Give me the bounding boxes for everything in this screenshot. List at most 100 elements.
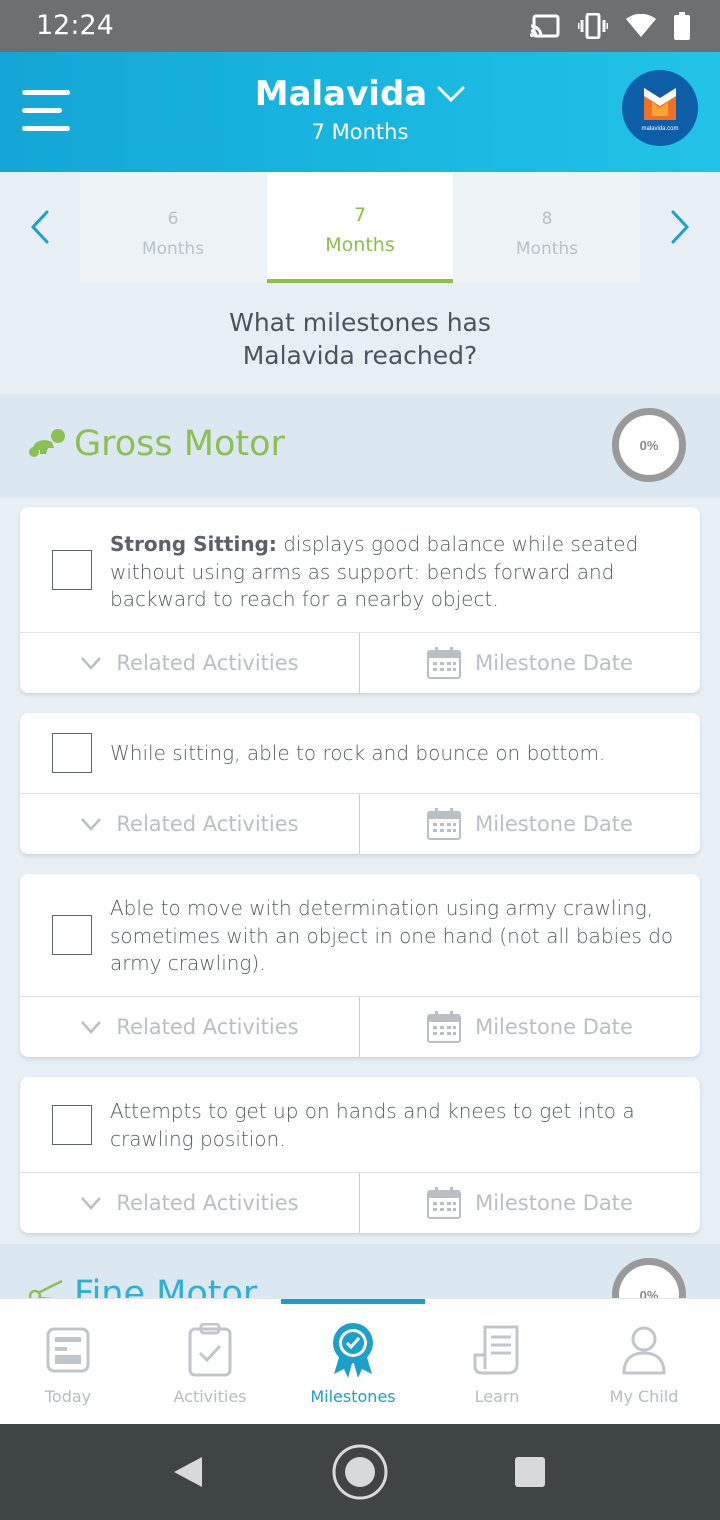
- system-nav-bar: [0, 1424, 720, 1520]
- calendar-icon: [427, 1187, 462, 1219]
- milestone-checkbox[interactable]: [52, 733, 92, 773]
- back-button[interactable]: [138, 1424, 238, 1520]
- home-button[interactable]: [310, 1424, 410, 1520]
- milestone-card: While sitting, able to rock and bounce o…: [20, 713, 700, 854]
- chevron-down-icon: [81, 1021, 102, 1034]
- milestone-description: Able to move with determination using ar…: [110, 896, 674, 975]
- section-title: Gross Motor: [74, 424, 285, 464]
- related-activities-button[interactable]: Related Activities: [20, 1173, 360, 1233]
- app-header: Malavida 7 Months malavida.com: [0, 52, 720, 172]
- nav-my-child[interactable]: My Child: [572, 1319, 716, 1406]
- calendar-icon: [427, 808, 462, 840]
- section-gross-motor: Gross Motor 0%: [0, 394, 720, 498]
- status-time: 12:24: [36, 10, 114, 41]
- milestone-date-button[interactable]: Milestone Date: [360, 1173, 700, 1233]
- related-activities-label: Related Activities: [116, 1015, 299, 1039]
- milestone-date-label: Milestone Date: [475, 1191, 633, 1215]
- question-line-1: What milestones has: [229, 308, 491, 337]
- wifi-icon: [626, 14, 656, 37]
- today-icon: [46, 1327, 90, 1373]
- progress-ring: 0%: [612, 408, 686, 482]
- child-name: Malavida: [254, 74, 428, 114]
- nav-label: Activities: [173, 1387, 247, 1406]
- chevron-down-icon: [81, 657, 102, 670]
- badge-check-icon: [333, 1323, 373, 1378]
- month-unit: Months: [141, 239, 205, 259]
- milestone-title: Strong Sitting:: [110, 532, 277, 556]
- calendar-icon: [427, 647, 462, 679]
- cast-icon: [530, 14, 560, 38]
- logo-text: malavida.com: [641, 126, 679, 132]
- question-line-2: Malavida reached?: [242, 341, 478, 370]
- related-activities-label: Related Activities: [116, 1191, 299, 1215]
- crawling-baby-icon: [29, 429, 65, 457]
- milestone-checkbox[interactable]: [52, 1105, 92, 1145]
- month-unit: Months: [515, 239, 579, 259]
- chevron-down-icon: [81, 1197, 102, 1210]
- nav-label: My Child: [609, 1387, 679, 1406]
- recents-button[interactable]: [480, 1424, 580, 1520]
- status-icons: [530, 10, 690, 42]
- nav-today[interactable]: Today: [0, 1319, 140, 1406]
- milestone-text: Attempts to get up on hands and knees to…: [110, 1098, 674, 1153]
- related-activities-button[interactable]: Related Activities: [20, 633, 360, 693]
- month-selector: 6 Months 7 Months 8 Months: [0, 172, 720, 284]
- child-age: 7 Months: [311, 120, 409, 144]
- nav-label: Today: [44, 1387, 92, 1406]
- status-bar: 12:24: [0, 0, 720, 52]
- milestone-date-button[interactable]: Milestone Date: [360, 997, 700, 1057]
- document-icon: [473, 1325, 519, 1375]
- vibrate-icon: [578, 13, 608, 39]
- chevron-down-icon: [81, 818, 102, 831]
- milestone-date-label: Milestone Date: [475, 1015, 633, 1039]
- milestone-card: Strong Sitting: displays good balance wh…: [20, 507, 700, 693]
- bottom-nav: Today Activities Milestones Learn My Chi…: [0, 1298, 720, 1424]
- chevron-left-icon: [30, 210, 49, 244]
- nav-label: Milestones: [310, 1387, 396, 1406]
- chevron-down-icon: [437, 86, 465, 103]
- month-tab-6[interactable]: 6 Months: [80, 172, 266, 282]
- nav-learn[interactable]: Learn: [425, 1319, 569, 1406]
- child-selector[interactable]: Malavida 7 Months: [0, 74, 720, 144]
- month-number: 7: [353, 204, 367, 226]
- related-activities-label: Related Activities: [116, 812, 299, 836]
- month-tab-8[interactable]: 8 Months: [454, 172, 640, 282]
- milestone-card: Able to move with determination using ar…: [20, 874, 700, 1057]
- nav-label: Learn: [474, 1387, 520, 1406]
- next-month-button[interactable]: [640, 172, 720, 282]
- related-activities-label: Related Activities: [116, 651, 299, 675]
- month-tab-7[interactable]: 7 Months: [267, 172, 453, 283]
- milestone-date-button[interactable]: Milestone Date: [360, 794, 700, 854]
- milestone-text: Strong Sitting: displays good balance wh…: [110, 531, 674, 614]
- milestone-description: While sitting, able to rock and bounce o…: [110, 741, 606, 765]
- related-activities-button[interactable]: Related Activities: [20, 997, 360, 1057]
- clipboard-check-icon: [188, 1323, 232, 1377]
- logo-icon: [644, 88, 676, 120]
- month-unit: Months: [325, 234, 395, 256]
- battery-icon: [674, 12, 690, 40]
- nav-milestones[interactable]: Milestones: [281, 1319, 425, 1406]
- milestone-checkbox[interactable]: [52, 915, 92, 955]
- milestone-description: Attempts to get up on hands and knees to…: [110, 1099, 635, 1151]
- malavida-logo[interactable]: malavida.com: [622, 70, 698, 146]
- related-activities-button[interactable]: Related Activities: [20, 794, 360, 854]
- person-icon: [622, 1326, 666, 1375]
- milestone-date-label: Milestone Date: [475, 812, 633, 836]
- milestone-question: What milestones has Malavida reached?: [0, 306, 720, 372]
- month-number: 6: [167, 209, 179, 229]
- milestone-card: Attempts to get up on hands and knees to…: [20, 1077, 700, 1233]
- milestone-date-button[interactable]: Milestone Date: [360, 633, 700, 693]
- milestone-text: Able to move with determination using ar…: [110, 895, 674, 978]
- nav-activities[interactable]: Activities: [138, 1319, 282, 1406]
- month-number: 8: [541, 209, 553, 229]
- chevron-right-icon: [671, 210, 690, 244]
- prev-month-button[interactable]: [0, 172, 80, 282]
- home-circle-icon: [332, 1444, 388, 1500]
- back-triangle-icon: [174, 1457, 202, 1487]
- milestone-checkbox[interactable]: [52, 550, 92, 590]
- calendar-icon: [427, 1011, 462, 1043]
- recents-square-icon: [515, 1457, 545, 1487]
- milestone-text: While sitting, able to rock and bounce o…: [110, 740, 674, 768]
- nav-active-indicator: [281, 1299, 425, 1304]
- section-fine-motor: Fine Motor 0%: [0, 1244, 720, 1304]
